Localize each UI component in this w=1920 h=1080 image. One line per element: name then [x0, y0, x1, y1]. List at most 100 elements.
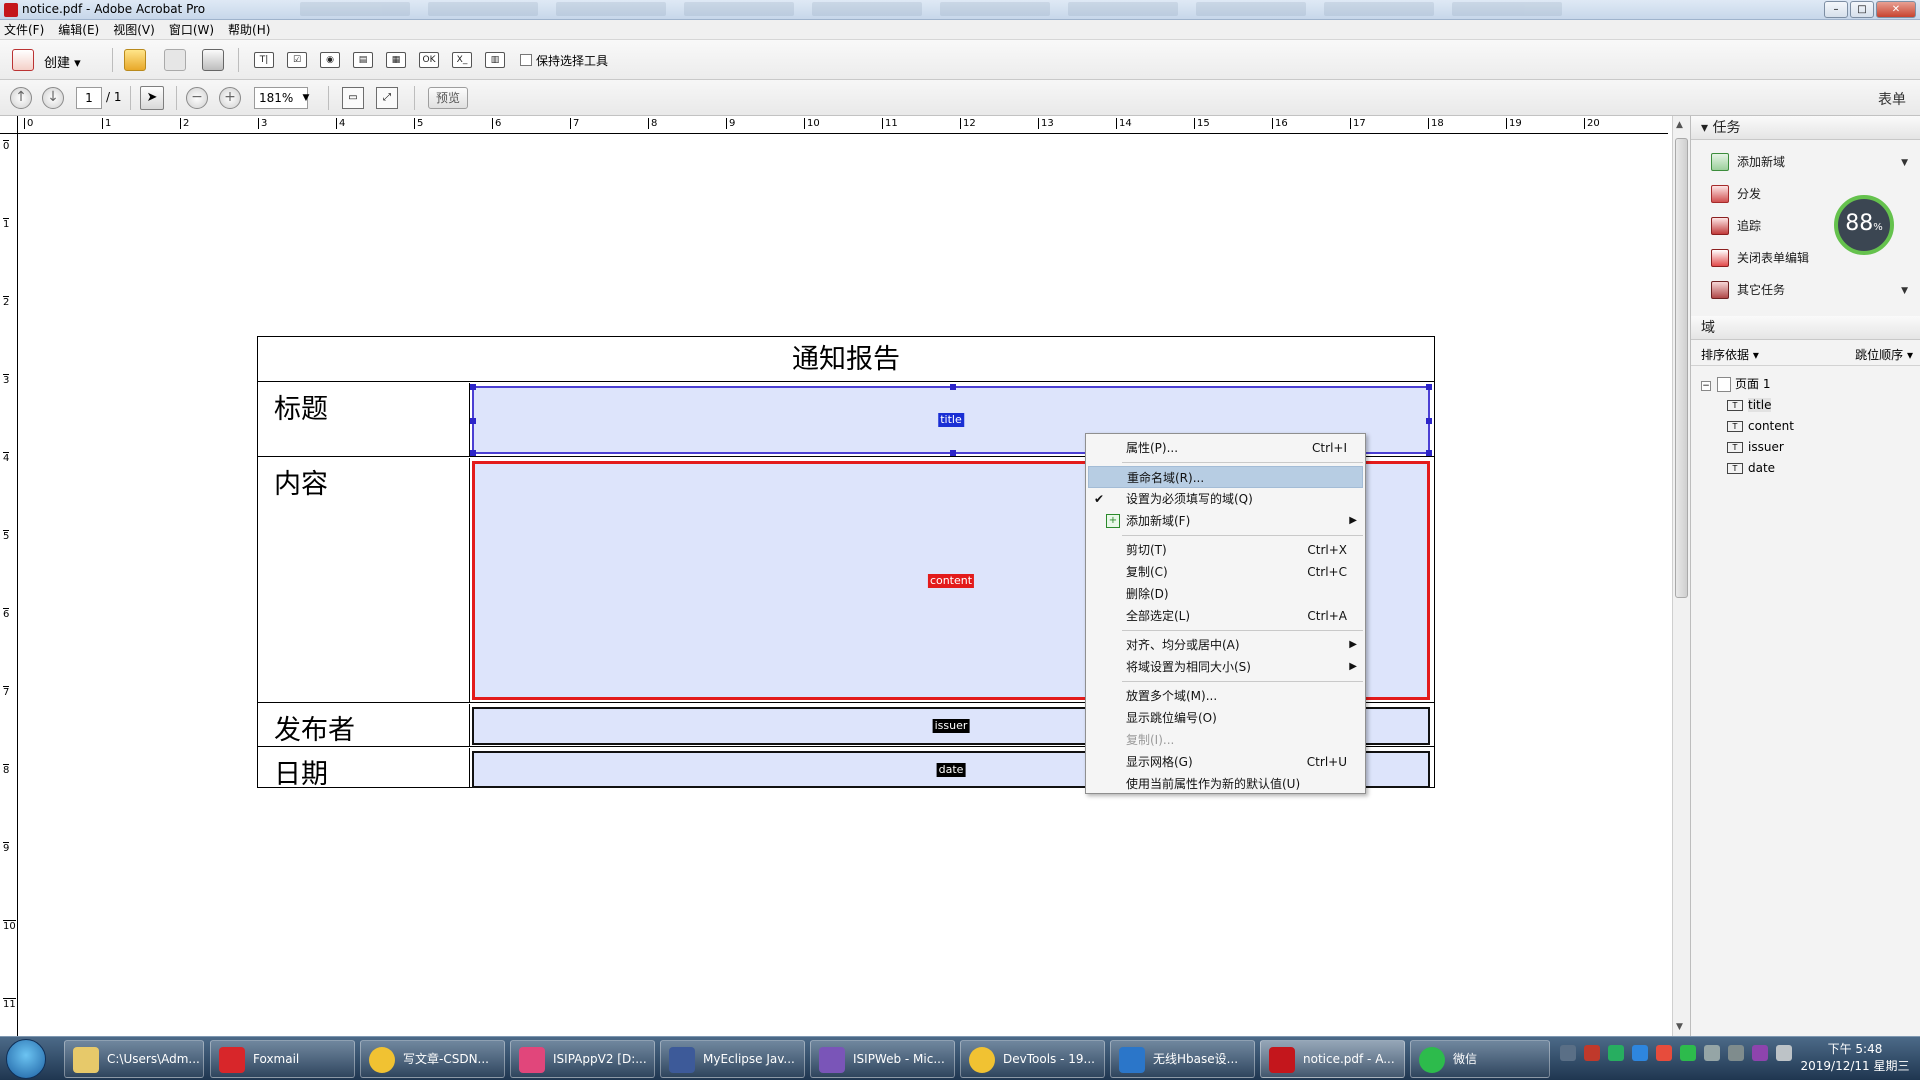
menu-edit[interactable]: 编辑(E)	[58, 21, 99, 38]
menu-window[interactable]: 窗口(W)	[169, 21, 214, 38]
taskbar-visual-studio[interactable]: ISIPWeb - Mic...	[810, 1040, 955, 1078]
network-icon[interactable]	[1704, 1045, 1720, 1061]
checkbox-tool-icon[interactable]: ☑	[287, 52, 307, 68]
resize-handle[interactable]	[1426, 384, 1432, 390]
save-icon[interactable]	[164, 49, 186, 71]
context-menu-item[interactable]: 将域设置为相同大小(S) ▶	[1086, 656, 1365, 678]
resize-handle[interactable]	[950, 384, 956, 390]
antivirus-icon[interactable]	[1584, 1045, 1600, 1061]
menu-view[interactable]: 视图(V)	[113, 21, 155, 38]
resize-handle[interactable]	[1426, 418, 1432, 424]
taskbar-acrobat[interactable]: notice.pdf - A...	[1260, 1040, 1405, 1078]
listbox-tool-icon[interactable]: ▤	[353, 52, 373, 68]
other-tasks-dropdown-icon[interactable]: ▼	[1901, 286, 1908, 296]
collapse-icon[interactable]: −	[1701, 381, 1711, 391]
task-add-field[interactable]: 添加新域	[1711, 152, 1785, 172]
tasks-header[interactable]: ▾ 任务	[1691, 116, 1920, 140]
zoom-in-icon[interactable]: +	[219, 87, 241, 109]
menu-file[interactable]: 文件(F)	[4, 21, 44, 38]
taskbar-wechat[interactable]: 微信	[1410, 1040, 1550, 1078]
volume-icon[interactable]	[1752, 1045, 1768, 1061]
speaker-icon[interactable]	[1776, 1045, 1792, 1061]
vertical-scrollbar[interactable]: ▲ ▼	[1672, 116, 1690, 1036]
prev-page-icon[interactable]: ↑	[10, 87, 32, 109]
page-number-input[interactable]: 1	[76, 87, 102, 109]
tree-field-content[interactable]: Tcontent	[1701, 416, 1794, 437]
printer-icon[interactable]	[1728, 1045, 1744, 1061]
create-button[interactable]: 创建 ▾	[44, 52, 81, 71]
context-menu-item[interactable]: 全部选定(L) Ctrl+A	[1086, 605, 1365, 627]
resize-handle[interactable]	[1426, 450, 1432, 456]
taskbar-devtools[interactable]: DevTools - 19...	[960, 1040, 1105, 1078]
fit-page-icon[interactable]: ▭	[342, 87, 364, 109]
print-icon[interactable]	[202, 49, 224, 71]
scrollbar-thumb[interactable]	[1675, 138, 1688, 598]
resize-handle[interactable]	[470, 450, 476, 456]
sync-icon[interactable]	[1656, 1045, 1672, 1061]
task-other-tasks[interactable]: 其它任务	[1711, 280, 1785, 300]
keyboard-icon[interactable]	[1560, 1045, 1576, 1061]
context-menu-item[interactable]: + 添加新域(F) ▶	[1086, 510, 1365, 532]
context-menu-item[interactable]: 剪切(T) Ctrl+X	[1086, 539, 1365, 561]
sort-by-dropdown[interactable]: 排序依据 ▾	[1701, 344, 1759, 366]
context-menu-item[interactable]: 对齐、均分或居中(A) ▶	[1086, 634, 1365, 656]
context-menu-item[interactable]: 属性(P)... Ctrl+I	[1086, 437, 1365, 459]
zoom-dropdown-icon[interactable]: ▼	[297, 88, 315, 108]
resize-handle[interactable]	[470, 384, 476, 390]
create-pdf-icon[interactable]	[12, 49, 34, 71]
taskbar-intellij[interactable]: ISIPAppV2 [D:...	[510, 1040, 655, 1078]
minimize-button[interactable]: –	[1824, 1, 1848, 18]
wechat-tray-icon[interactable]	[1680, 1045, 1696, 1061]
barcode-tool-icon[interactable]: ▥	[485, 52, 505, 68]
context-menu-item[interactable]: 删除(D)	[1086, 583, 1365, 605]
preview-button[interactable]: 预览	[428, 87, 468, 109]
text-field-tool-icon[interactable]: T|	[254, 52, 274, 68]
text-field-icon: T	[1727, 463, 1743, 474]
context-menu-item[interactable]: 重命名域(R)...	[1088, 466, 1363, 488]
dropdown-tool-icon[interactable]: ▦	[386, 52, 406, 68]
task-track[interactable]: 追踪	[1711, 216, 1761, 236]
forms-mode-label[interactable]: 表单	[1878, 89, 1906, 109]
resize-handle[interactable]	[470, 418, 476, 424]
signature-tool-icon[interactable]: X_	[452, 52, 472, 68]
taskbar-chrome-csdn[interactable]: 写文章-CSDN...	[360, 1040, 505, 1078]
system-clock[interactable]: 下午 5:48 2019/12/11 星期三	[1800, 1041, 1910, 1075]
next-page-icon[interactable]: ↓	[42, 87, 64, 109]
button-tool-icon[interactable]: OK	[419, 52, 439, 68]
menu-help[interactable]: 帮助(H)	[228, 21, 270, 38]
context-menu-item[interactable]: 放置多个域(M)...	[1086, 685, 1365, 707]
radio-tool-icon[interactable]: ◉	[320, 52, 340, 68]
tree-field-date[interactable]: Tdate	[1701, 458, 1794, 479]
update-icon[interactable]	[1608, 1045, 1624, 1061]
keep-select-tool-checkbox[interactable]	[520, 54, 532, 66]
add-field-dropdown-icon[interactable]: ▼	[1901, 158, 1908, 168]
task-close-form-editing[interactable]: 关闭表单编辑	[1711, 248, 1809, 268]
fit-width-icon[interactable]: ⤢	[376, 87, 398, 109]
taskbar-myeclipse[interactable]: MyEclipse Jav...	[660, 1040, 805, 1078]
open-folder-icon[interactable]	[124, 49, 146, 71]
context-menu-item[interactable]: 使用当前属性作为新的默认值(U)	[1086, 773, 1365, 795]
zoom-out-icon[interactable]: −	[186, 87, 208, 109]
menu-item-label: 复制(C)	[1126, 565, 1168, 579]
context-menu-item[interactable]: 显示网格(G) Ctrl+U	[1086, 751, 1365, 773]
scroll-down-icon[interactable]: ▼	[1676, 1022, 1683, 1032]
taskbar-explorer[interactable]: C:\Users\Adm...	[64, 1040, 204, 1078]
tab-order-dropdown[interactable]: 跳位顺序 ▾	[1855, 344, 1913, 366]
maximize-button[interactable]: □	[1850, 1, 1874, 18]
select-tool-icon[interactable]: ➤	[140, 86, 164, 110]
tree-page-node[interactable]: − 页面 1	[1701, 374, 1794, 395]
start-button[interactable]	[6, 1039, 46, 1079]
context-menu-item[interactable]: 显示跳位编号(O)	[1086, 707, 1365, 729]
taskbar-word-doc[interactable]: 无线Hbase设...	[1110, 1040, 1255, 1078]
close-button[interactable]: ✕	[1876, 1, 1916, 18]
task-distribute[interactable]: 分发	[1711, 184, 1761, 204]
shield-icon[interactable]	[1632, 1045, 1648, 1061]
resize-handle[interactable]	[950, 450, 956, 456]
context-menu-item[interactable]: 复制(C) Ctrl+C	[1086, 561, 1365, 583]
context-menu-item[interactable]: ✔ 设置为必须填写的域(Q)	[1086, 488, 1365, 510]
tree-field-title[interactable]: Ttitle	[1701, 395, 1794, 416]
tree-field-issuer[interactable]: Tissuer	[1701, 437, 1794, 458]
performance-gauge[interactable]: 88%	[1834, 195, 1894, 255]
scroll-up-icon[interactable]: ▲	[1676, 120, 1683, 130]
taskbar-foxmail[interactable]: Foxmail	[210, 1040, 355, 1078]
